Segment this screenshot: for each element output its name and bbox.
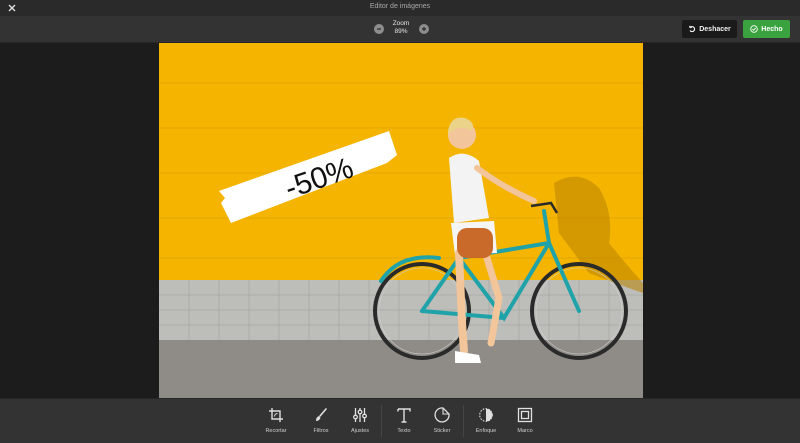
tool-label: Ajustes xyxy=(350,428,370,434)
tool-filters[interactable]: Filtros xyxy=(301,407,341,434)
zoom-in-button[interactable] xyxy=(419,24,429,34)
sliders-icon xyxy=(353,408,367,422)
check-circle-icon xyxy=(750,25,759,33)
plus-icon xyxy=(422,27,426,31)
text-icon xyxy=(397,408,411,423)
undo-label: Deshacer xyxy=(699,25,731,33)
sticker-icon xyxy=(434,407,450,423)
tool-label: Marco xyxy=(517,428,533,434)
tool-label: Filtros xyxy=(313,428,329,434)
tool-label: Texto xyxy=(397,428,411,434)
window-title: Editor de imágenes xyxy=(369,3,431,10)
done-button[interactable]: Hecho xyxy=(743,20,790,38)
tool-sticker[interactable]: Sticker xyxy=(422,407,462,434)
tool-label: Sticker xyxy=(433,428,451,434)
photo-illustration: -50% xyxy=(159,43,643,398)
frame-icon xyxy=(517,407,533,423)
tool-frame[interactable]: Marco xyxy=(505,407,545,434)
tool-adjustments[interactable]: Ajustes xyxy=(340,407,380,434)
tool-label: Recortar xyxy=(265,428,287,434)
tool-label: Enfoque xyxy=(475,428,497,434)
zoom-readout: Zoom 89% xyxy=(386,20,416,35)
crop-icon xyxy=(269,408,283,422)
photo-canvas[interactable]: -50% xyxy=(159,43,643,398)
bottom-toolbar: Recortar Filtros Ajustes Texto Sticker E… xyxy=(0,398,800,443)
done-label: Hecho xyxy=(761,25,783,33)
zoom-out-button[interactable] xyxy=(374,24,384,34)
tool-crop[interactable]: Recortar xyxy=(256,407,296,434)
minus-icon xyxy=(377,28,381,30)
undo-button[interactable]: Deshacer xyxy=(682,20,737,38)
zoom-label: Zoom xyxy=(392,20,410,27)
zoom-value: 89% xyxy=(394,27,408,35)
toolbar-divider xyxy=(381,405,382,437)
title-bar: Editor de imágenes xyxy=(0,0,800,16)
brush-icon xyxy=(316,408,327,421)
top-toolbar: Zoom 89% Deshacer Hecho xyxy=(0,16,800,43)
toolbar-divider xyxy=(463,405,464,437)
focus-icon xyxy=(479,408,493,422)
tool-focus[interactable]: Enfoque xyxy=(466,407,506,434)
undo-icon xyxy=(689,25,696,33)
tool-text[interactable]: Texto xyxy=(384,407,424,434)
